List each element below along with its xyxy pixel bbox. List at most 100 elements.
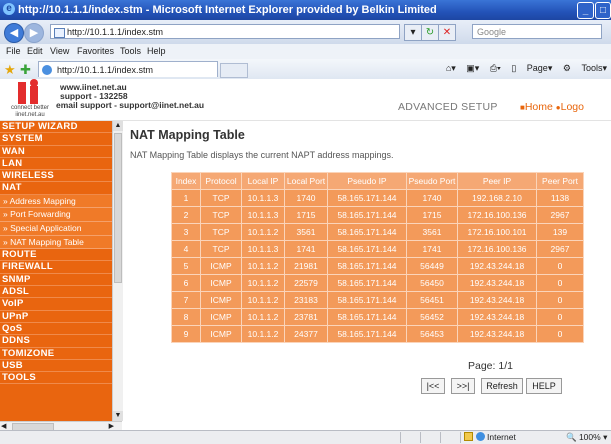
ie-logo-icon: e xyxy=(3,3,15,15)
sidebar-item[interactable]: LAN xyxy=(0,158,112,171)
back-icon[interactable]: ◀ xyxy=(4,23,24,43)
table-cell: 22579 xyxy=(284,274,328,292)
table-row: 6 ICMP 10.1.1.2 22579 58.165.171.144 56450 192… xyxy=(171,274,584,292)
sidebar-item[interactable]: FIREWALL xyxy=(0,261,112,274)
new-tab-button[interactable] xyxy=(220,63,248,78)
table-cell: 1 xyxy=(171,189,201,207)
menu-help[interactable]: Help xyxy=(147,46,166,56)
table-row: 2 TCP 10.1.1.3 1715 58.165.171.144 1715 172.16… xyxy=(171,206,584,224)
contact-email: email support - support@iinet.net.au xyxy=(56,100,205,110)
sidebar-item[interactable]: TOOLS xyxy=(0,372,112,385)
maximize-button[interactable]: □ xyxy=(595,2,611,19)
table-cell: 58.165.171.144 xyxy=(327,308,407,326)
table-row: 8 ICMP 10.1.1.2 23781 58.165.171.144 56452 192… xyxy=(171,308,584,326)
first-page-button[interactable]: |<< xyxy=(421,378,445,394)
page-indicator: Page: 1/1 xyxy=(468,360,513,372)
menu-edit[interactable]: Edit xyxy=(27,46,43,56)
sidebar-item[interactable]: SETUP WIZARD xyxy=(0,121,112,134)
tools-menu[interactable]: ⚙ Tools▾ xyxy=(563,63,607,73)
sidebar-item[interactable]: WAN xyxy=(0,146,112,158)
help-button[interactable]: HELP xyxy=(526,378,562,394)
logo-tagline: connect better iinet.net.au xyxy=(4,105,56,119)
minimize-button[interactable]: _ xyxy=(577,2,594,19)
table-cell: 58.165.171.144 xyxy=(327,206,407,224)
sidebar-item[interactable]: DDNS xyxy=(0,335,112,348)
menu-favorites[interactable]: Favorites xyxy=(77,46,114,56)
column-header: Peer Port xyxy=(536,172,584,190)
security-zone[interactable]: Internet xyxy=(476,432,516,442)
table-cell: 10.1.1.2 xyxy=(241,223,285,241)
print-icon[interactable]: ⎙▾ xyxy=(490,63,501,73)
last-page-button[interactable]: >>| xyxy=(451,378,475,394)
table-cell: 4 xyxy=(171,240,201,258)
scroll-thumb[interactable] xyxy=(114,133,122,283)
sidebar-item[interactable]: WIRELESS xyxy=(0,170,112,183)
sidebar-item[interactable]: VoIP xyxy=(0,298,112,311)
feeds-icon[interactable]: ▣▾ xyxy=(466,63,479,73)
tools-menu-label: Tools xyxy=(581,63,603,73)
iinet-logo: connect better iinet.net.au xyxy=(4,79,56,119)
table-cell: 3561 xyxy=(284,223,328,241)
scroll-down-icon[interactable]: ▼ xyxy=(113,411,123,421)
favorites-bar: ★ ✚ http://10.1.1.1/index.stm ⌂▾ ▣▾ ⎙▾ ▯… xyxy=(0,59,611,80)
sidebar-item[interactable]: TOMIZONE xyxy=(0,348,112,360)
column-header: Local Port xyxy=(284,172,328,190)
sidebar-item[interactable]: ADSL xyxy=(0,286,112,299)
column-header: Index xyxy=(171,172,201,190)
forward-icon[interactable]: ▶ xyxy=(24,23,44,43)
scroll-left-icon[interactable]: ◀ xyxy=(1,422,6,430)
home-icon[interactable]: ⌂▾ xyxy=(446,63,456,73)
tab-title: http://10.1.1.1/index.stm xyxy=(57,65,154,75)
table-cell: 3561 xyxy=(406,223,458,241)
menu-tools[interactable]: Tools xyxy=(120,46,141,56)
url-dropdown-button[interactable]: ▾ xyxy=(404,24,422,41)
table-cell: 1741 xyxy=(284,240,328,258)
refresh-icon[interactable]: ↻ xyxy=(421,24,439,41)
sidebar-subitem[interactable]: » Address Mapping xyxy=(0,194,112,209)
sidebar-item[interactable]: SNMP xyxy=(0,274,112,287)
sidebar-subitem[interactable]: » Special Application xyxy=(0,221,112,236)
refresh-button[interactable]: Refresh xyxy=(481,378,523,394)
table-cell: 6 xyxy=(171,274,201,292)
logout-link[interactable]: Logo xyxy=(561,101,584,113)
sidebar-subitem[interactable]: » NAT Mapping Table xyxy=(0,235,112,250)
sidebar-item[interactable]: UPnP xyxy=(0,311,112,323)
sidebar-scrollbar[interactable]: ▲ ▼ xyxy=(112,121,123,421)
menu-view[interactable]: View xyxy=(50,46,69,56)
table-cell: 58.165.171.144 xyxy=(327,189,407,207)
table-cell: 192.43.244.18 xyxy=(457,291,537,309)
scroll-right-icon[interactable]: ▶ xyxy=(109,422,114,430)
favorites-star-icon[interactable]: ★ xyxy=(4,62,16,78)
table-cell: 10.1.1.2 xyxy=(241,325,285,343)
scroll-up-icon[interactable]: ▲ xyxy=(113,121,123,131)
table-cell: 56450 xyxy=(406,274,458,292)
url-text: http://10.1.1.1/index.stm xyxy=(67,27,164,37)
page-description: NAT Mapping Table displays the current N… xyxy=(130,150,394,160)
table-cell: 172.16.100.101 xyxy=(457,223,537,241)
search-input[interactable]: Google xyxy=(472,24,602,39)
sidebar-subitem[interactable]: » Port Forwarding xyxy=(0,208,112,222)
window-title: http://10.1.1.1/index.stm - Microsoft In… xyxy=(18,4,437,16)
add-favorite-icon[interactable]: ✚ xyxy=(20,62,31,78)
sidebar-item[interactable]: ROUTE xyxy=(0,249,112,262)
table-cell: 9 xyxy=(171,325,201,343)
menu-file[interactable]: File xyxy=(6,46,21,56)
sidebar-item[interactable]: NAT xyxy=(0,182,112,195)
column-header: Protocol xyxy=(200,172,242,190)
table-cell: 10.1.1.3 xyxy=(241,189,285,207)
table-cell: 24377 xyxy=(284,325,328,343)
home-link[interactable]: Home xyxy=(525,101,553,113)
sidebar-item[interactable]: QoS xyxy=(0,323,112,336)
address-bar: ◀ ▶ http://10.1.1.1/index.stm ▾ ↻ ✕ Goog… xyxy=(0,20,611,45)
url-input[interactable]: http://10.1.1.1/index.stm xyxy=(50,24,400,39)
zoom-control[interactable]: 🔍 100% ▾ xyxy=(566,432,607,443)
sidebar-item[interactable]: USB xyxy=(0,360,112,373)
table-cell: TCP xyxy=(200,223,242,241)
table-row: 7 ICMP 10.1.1.2 23183 58.165.171.144 56451 192… xyxy=(171,291,584,309)
table-cell: 1740 xyxy=(284,189,328,207)
browser-tab[interactable]: http://10.1.1.1/index.stm xyxy=(38,61,218,77)
window-title-bar: e http://10.1.1.1/index.stm - Microsoft … xyxy=(0,0,611,20)
page-menu[interactable]: ▯ Page▾ xyxy=(511,63,552,73)
stop-icon[interactable]: ✕ xyxy=(438,24,456,41)
sidebar-item[interactable]: SYSTEM xyxy=(0,133,112,146)
